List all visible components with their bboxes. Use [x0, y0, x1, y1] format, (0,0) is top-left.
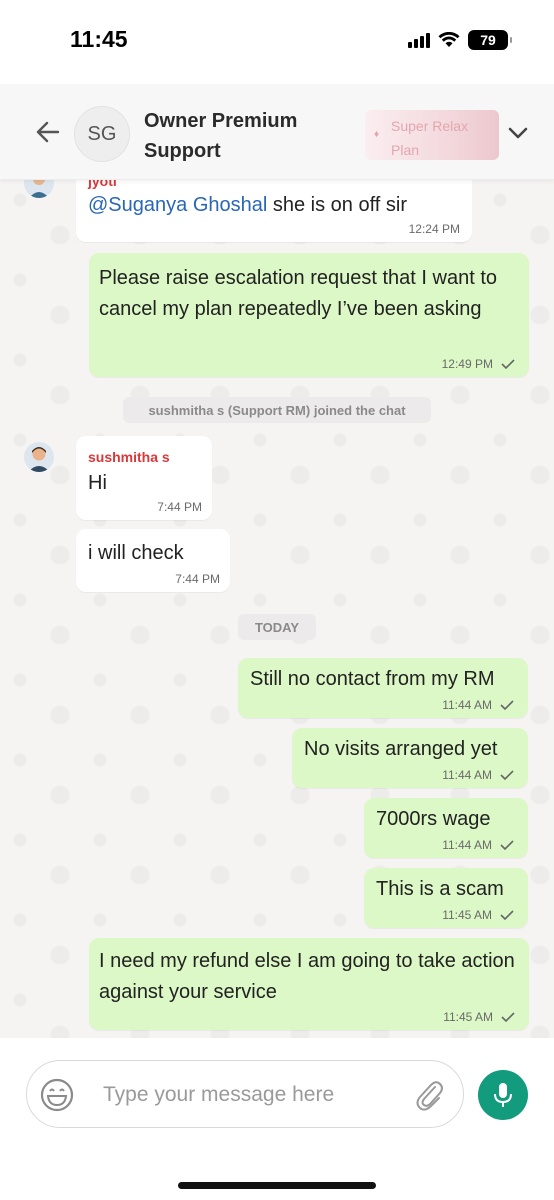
- emoji-icon[interactable]: [39, 1077, 75, 1113]
- message-text-body: she is on off sir: [267, 194, 408, 216]
- message-text: Please raise escalation request that I w…: [99, 267, 498, 320]
- message-text: Still no contact from my RM: [250, 668, 495, 690]
- chat-avatar[interactable]: SG: [74, 106, 130, 162]
- message-time: 11:45 AM: [442, 908, 492, 922]
- message-outgoing[interactable]: This is a scam 11:45 AM: [364, 868, 528, 928]
- message-text: No visits arranged yet: [304, 738, 498, 760]
- checkmark-icon: [501, 359, 515, 369]
- message-meta: 12:49 PM: [442, 357, 515, 371]
- checkmark-icon: [500, 700, 514, 710]
- avatar: [24, 442, 54, 472]
- home-indicator: [178, 1182, 376, 1189]
- composer-bar: [0, 1038, 554, 1200]
- chat-area[interactable]: jyoti @Suganya Ghoshal she is on off sir…: [0, 180, 554, 1038]
- status-icons: 79: [408, 30, 512, 50]
- message-meta: 7:44 PM: [157, 500, 202, 514]
- sender-name: jyoti: [88, 180, 117, 189]
- message-time: 7:44 PM: [157, 500, 202, 514]
- message-meta: 11:44 AM: [442, 768, 514, 782]
- back-arrow-icon[interactable]: [34, 118, 62, 146]
- message-incoming[interactable]: jyoti @Suganya Ghoshal she is on off sir…: [76, 180, 472, 242]
- message-input[interactable]: [103, 1081, 403, 1109]
- chat-header: SG Owner Premium Support ♦ Super Relax P…: [0, 84, 554, 180]
- message-incoming[interactable]: sushmitha s Hi 7:44 PM: [76, 436, 212, 520]
- message-time: 11:44 AM: [442, 698, 492, 712]
- message-incoming[interactable]: i will check 7:44 PM: [76, 529, 230, 592]
- message-text: 7000rs wage: [376, 808, 491, 830]
- message-outgoing[interactable]: Please raise escalation request that I w…: [89, 253, 529, 377]
- message-time: 11:44 AM: [442, 838, 492, 852]
- message-text: @Suganya Ghoshal she is on off sir: [88, 190, 460, 221]
- message-meta: 12:24 PM: [409, 222, 460, 236]
- diamond-icon: ♦: [374, 129, 380, 140]
- message-outgoing[interactable]: I need my refund else I am going to take…: [89, 938, 529, 1030]
- message-text: Hi: [88, 472, 107, 494]
- message-input-container[interactable]: [26, 1060, 464, 1128]
- message-meta: 7:44 PM: [175, 572, 220, 586]
- microphone-button[interactable]: [478, 1070, 528, 1120]
- status-bar: 11:45 79: [0, 0, 554, 84]
- message-time: 12:49 PM: [441, 357, 493, 371]
- message-meta: 11:44 AM: [442, 698, 514, 712]
- message-time: 12:24 PM: [408, 222, 460, 236]
- message-time: 11:45 AM: [443, 1010, 493, 1024]
- microphone-icon: [494, 1083, 512, 1107]
- plan-badge-label: Super Relax Plan: [391, 118, 469, 158]
- message-text: i will check: [88, 542, 184, 564]
- message-meta: 11:45 AM: [443, 1010, 515, 1024]
- signal-icon: [408, 32, 430, 48]
- status-time: 11:45: [70, 26, 128, 52]
- plan-badge[interactable]: ♦ Super Relax Plan: [365, 110, 499, 160]
- message-meta: 11:44 AM: [442, 838, 514, 852]
- checkmark-icon: [500, 770, 514, 780]
- message-outgoing[interactable]: 7000rs wage 11:44 AM: [364, 798, 528, 858]
- message-time: 11:44 AM: [442, 768, 492, 782]
- wifi-icon: [438, 32, 460, 48]
- message-text: This is a scam: [376, 878, 504, 900]
- checkmark-icon: [501, 1012, 515, 1022]
- chat-title[interactable]: Owner Premium Support: [144, 106, 344, 166]
- message-outgoing[interactable]: Still no contact from my RM 11:44 AM: [238, 658, 528, 718]
- message-text: I need my refund else I am going to take…: [99, 950, 515, 1003]
- checkmark-icon: [500, 910, 514, 920]
- sender-name: sushmitha s: [88, 449, 170, 465]
- date-divider: TODAY: [238, 614, 316, 640]
- message-outgoing[interactable]: No visits arranged yet 11:44 AM: [292, 728, 528, 788]
- message-time: 7:44 PM: [175, 572, 220, 586]
- chevron-down-icon[interactable]: [507, 124, 529, 142]
- message-meta: 11:45 AM: [442, 908, 514, 922]
- checkmark-icon: [500, 840, 514, 850]
- system-message: sushmitha s (Support RM) joined the chat: [123, 397, 431, 423]
- mention-link[interactable]: @Suganya Ghoshal: [88, 194, 267, 216]
- paperclip-icon[interactable]: [413, 1078, 445, 1112]
- battery-icon: 79: [468, 30, 512, 50]
